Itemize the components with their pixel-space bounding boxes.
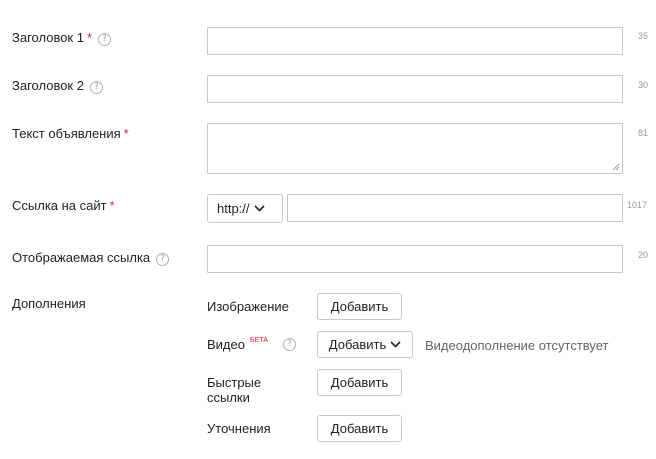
add-image-button[interactable]: Добавить: [317, 293, 402, 320]
title2-input[interactable]: [207, 75, 623, 103]
ad-text-textarea[interactable]: [207, 123, 623, 174]
required-mark: *: [123, 126, 129, 141]
resize-grip-icon[interactable]: [612, 163, 620, 171]
quick-links-label: Быстрые ссылки: [207, 375, 262, 405]
add-callouts-button[interactable]: Добавить: [317, 415, 402, 442]
ad-text-counter: 81: [638, 128, 649, 138]
question-circle-icon[interactable]: ?: [89, 81, 103, 94]
add-quick-links-button[interactable]: Добавить: [317, 369, 402, 396]
title2-label: Заголовок 2?: [12, 78, 103, 94]
question-circle-icon[interactable]: ?: [156, 253, 170, 266]
beta-badge: БЕТА: [249, 337, 268, 344]
add-video-dropdown-button[interactable]: Добавить: [317, 331, 413, 358]
display-link-input[interactable]: [207, 245, 623, 273]
callouts-label: Уточнения: [207, 421, 271, 436]
title1-input[interactable]: [207, 27, 623, 55]
video-status-text: Видеодополнение отсутствует: [425, 338, 609, 353]
chevron-down-icon: [390, 341, 401, 348]
protocol-select[interactable]: http://: [207, 194, 283, 223]
site-link-counter: 1017: [627, 200, 648, 210]
ad-text-label: Текст объявления *: [12, 126, 129, 141]
video-extension-label: Видео БЕТА: [207, 337, 268, 352]
site-link-label: Ссылка на сайт *: [12, 198, 115, 213]
display-link-label: Отображаемая ссылка?: [12, 250, 170, 266]
required-mark: *: [86, 30, 93, 45]
title2-counter: 30: [638, 80, 649, 90]
display-link-counter: 20: [638, 250, 649, 260]
title1-label: Заголовок 1 *?: [12, 30, 112, 46]
required-mark: *: [109, 198, 115, 213]
extensions-label: Дополнения: [12, 296, 86, 311]
site-link-input[interactable]: [287, 194, 623, 222]
question-circle-icon[interactable]: ?: [98, 33, 112, 46]
title1-counter: 35: [638, 31, 649, 41]
chevron-down-icon: [253, 205, 265, 212]
image-extension-label: Изображение: [207, 299, 289, 314]
question-circle-icon[interactable]: ?: [283, 338, 296, 351]
